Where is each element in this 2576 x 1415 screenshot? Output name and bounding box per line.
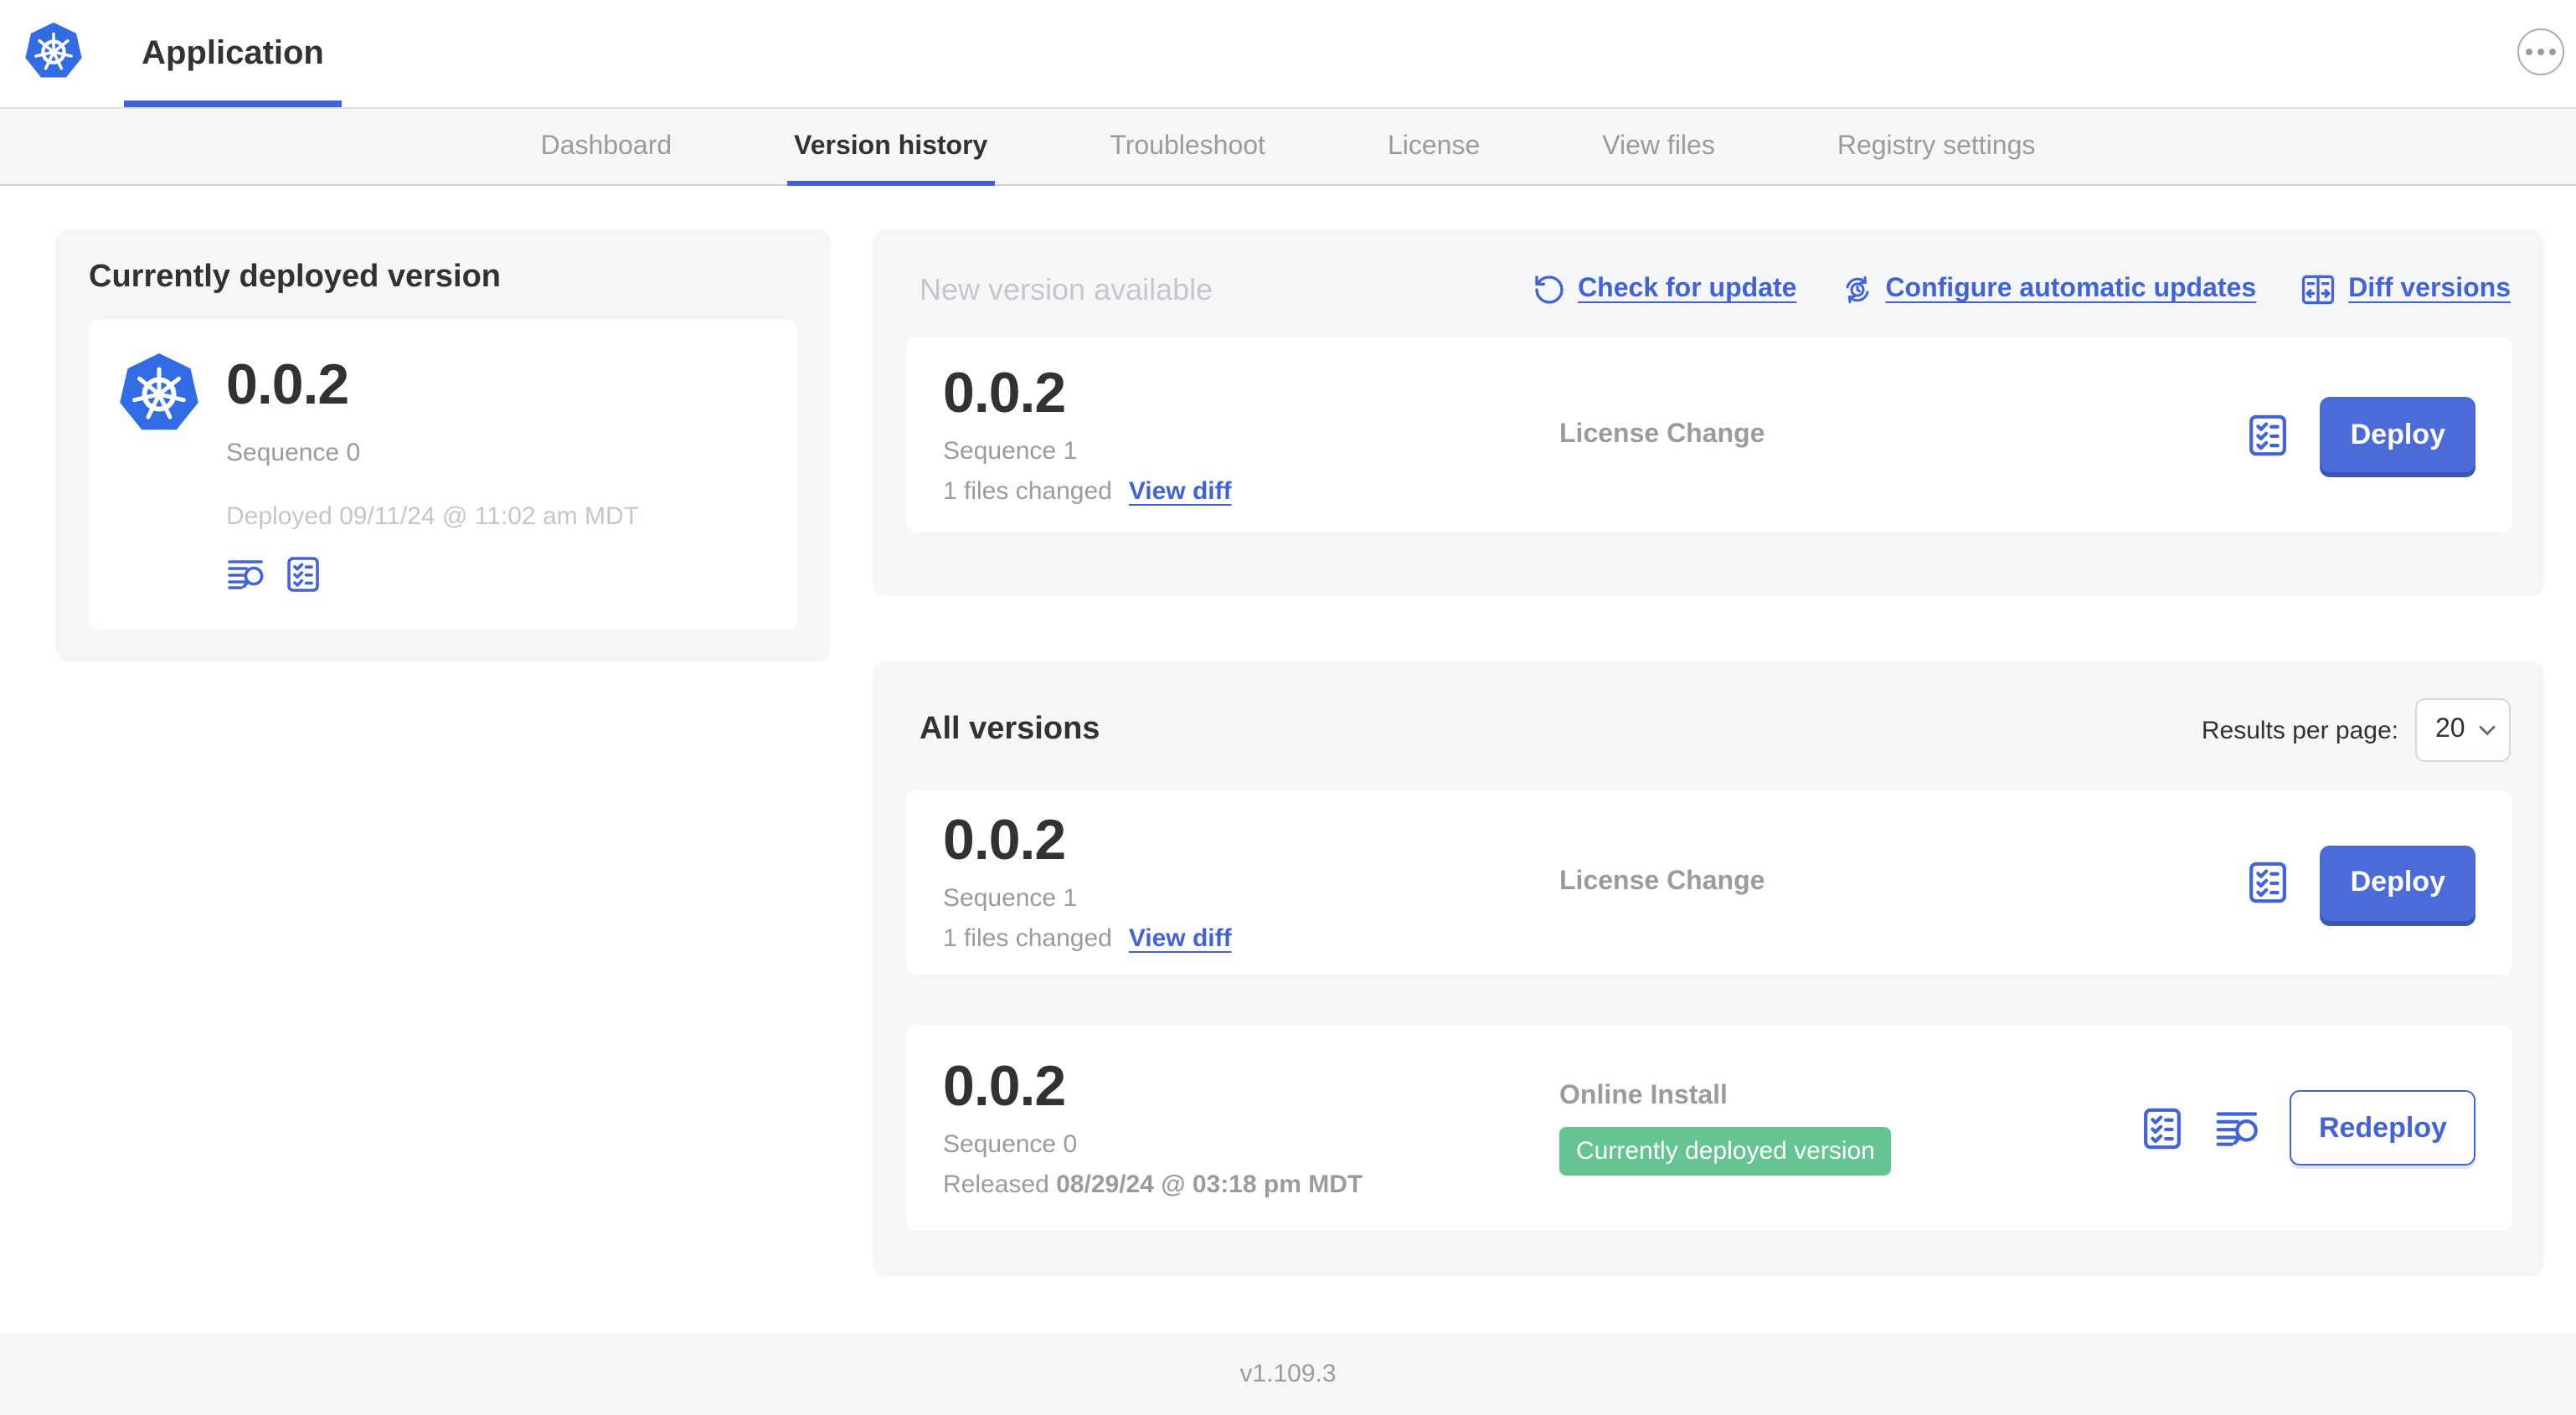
- results-per-page-label: Results per page:: [2201, 716, 2398, 744]
- preflight-checks-button[interactable]: [2245, 411, 2292, 458]
- version-source-label: License Change: [1559, 419, 1765, 448]
- version-source-label: Online Install: [1559, 1081, 1728, 1109]
- kubernetes-logo: [25, 22, 82, 78]
- app-subnav: Dashboard Version history Troubleshoot L…: [0, 107, 2576, 186]
- redeploy-button[interactable]: Redeploy: [2290, 1090, 2476, 1165]
- deploy-button[interactable]: Deploy: [2320, 845, 2476, 920]
- checklist-icon: [287, 557, 319, 592]
- new-version-title: New version available: [920, 272, 1213, 306]
- refresh-icon: [1535, 275, 1564, 304]
- new-version-card: 0.0.2 Sequence 1 1 files changed View di…: [906, 337, 2512, 533]
- checklist-icon: [2249, 862, 2287, 903]
- app-header: Application: [0, 0, 2576, 107]
- all-versions-title: All versions: [920, 712, 1100, 747]
- current-version-title: Currently deployed version: [89, 260, 502, 295]
- tab-license[interactable]: License: [1388, 109, 1480, 184]
- files-changed-label: 1 files changed: [943, 476, 1112, 505]
- tab-application[interactable]: Application: [124, 0, 342, 107]
- preflight-checks-button[interactable]: [2245, 859, 2292, 906]
- version-released-at: Released 08/29/24 @ 03:18 pm MDT: [943, 1170, 1363, 1198]
- logs-icon: [2217, 1111, 2259, 1145]
- more-menu-button[interactable]: [2517, 28, 2564, 75]
- version-row: 0.0.2 Sequence 1 1 files changed View di…: [906, 790, 2512, 975]
- tab-dashboard[interactable]: Dashboard: [541, 109, 672, 184]
- chevron-down-icon: [2479, 724, 2496, 735]
- version-row: 0.0.2 Sequence 0 Released 08/29/24 @ 03:…: [906, 1025, 2512, 1231]
- app-title: Application: [142, 34, 324, 71]
- checklist-icon: [2249, 414, 2287, 455]
- logs-icon: [228, 560, 264, 589]
- diff-versions-link[interactable]: Diff versions: [2300, 271, 2511, 308]
- results-per-page-select[interactable]: 20: [2415, 698, 2511, 762]
- console-footer: v1.109.3: [0, 1333, 2576, 1415]
- view-diff-link[interactable]: View diff: [1129, 924, 1232, 953]
- view-diff-link[interactable]: View diff: [1129, 476, 1232, 505]
- kubernetes-app-icon: [120, 353, 198, 430]
- tab-view-files[interactable]: View files: [1602, 109, 1715, 184]
- kots-admin-console: Application Dashboard Version history Tr…: [0, 0, 2576, 1415]
- ellipsis-icon: [2526, 49, 2532, 55]
- version-sequence: Sequence 0: [943, 1129, 1078, 1158]
- version-source-label: License Change: [1559, 867, 1765, 896]
- currently-deployed-badge: Currently deployed version: [1559, 1126, 1892, 1175]
- checklist-icon: [2145, 1107, 2182, 1149]
- version-number: 0.0.2: [943, 1054, 1066, 1118]
- version-number: 0.0.2: [943, 361, 1066, 424]
- preflight-checks-button[interactable]: [2140, 1104, 2187, 1151]
- console-version: v1.109.3: [1239, 1360, 1337, 1388]
- current-version-sequence: Sequence 0: [226, 439, 361, 467]
- version-sequence: Sequence 1: [943, 884, 1078, 913]
- version-sequence: Sequence 1: [943, 436, 1078, 465]
- all-versions-panel: All versions Results per page: 20 0.0.2 …: [873, 661, 2544, 1276]
- tab-version-history[interactable]: Version history: [787, 109, 994, 186]
- current-version-deployed-at: Deployed 09/11/24 @ 11:02 am MDT: [226, 502, 639, 531]
- schedule-update-icon: [1845, 275, 1868, 304]
- configure-automatic-updates-link[interactable]: Configure automatic updates: [1840, 273, 2256, 306]
- diff-icon: [2302, 275, 2335, 305]
- deploy-logs-button[interactable]: [2215, 1104, 2262, 1151]
- deploy-button[interactable]: Deploy: [2320, 397, 2476, 472]
- files-changed-label: 1 files changed: [943, 924, 1112, 953]
- current-version-card: 0.0.2 Sequence 0 Deployed 09/11/24 @ 11:…: [89, 320, 797, 630]
- check-for-update-link[interactable]: Check for update: [1533, 273, 1796, 306]
- tab-troubleshoot[interactable]: Troubleshoot: [1110, 109, 1265, 184]
- current-version-number: 0.0.2: [226, 353, 349, 417]
- deploy-logs-button[interactable]: [226, 554, 266, 594]
- tab-registry-settings[interactable]: Registry settings: [1837, 109, 2036, 184]
- current-version-panel: Currently deployed version 0.0.2 Sequenc…: [55, 229, 831, 661]
- version-number: 0.0.2: [943, 809, 1066, 872]
- new-version-panel: New version available Check for update C…: [873, 229, 2544, 596]
- preflight-checks-button[interactable]: [283, 554, 323, 594]
